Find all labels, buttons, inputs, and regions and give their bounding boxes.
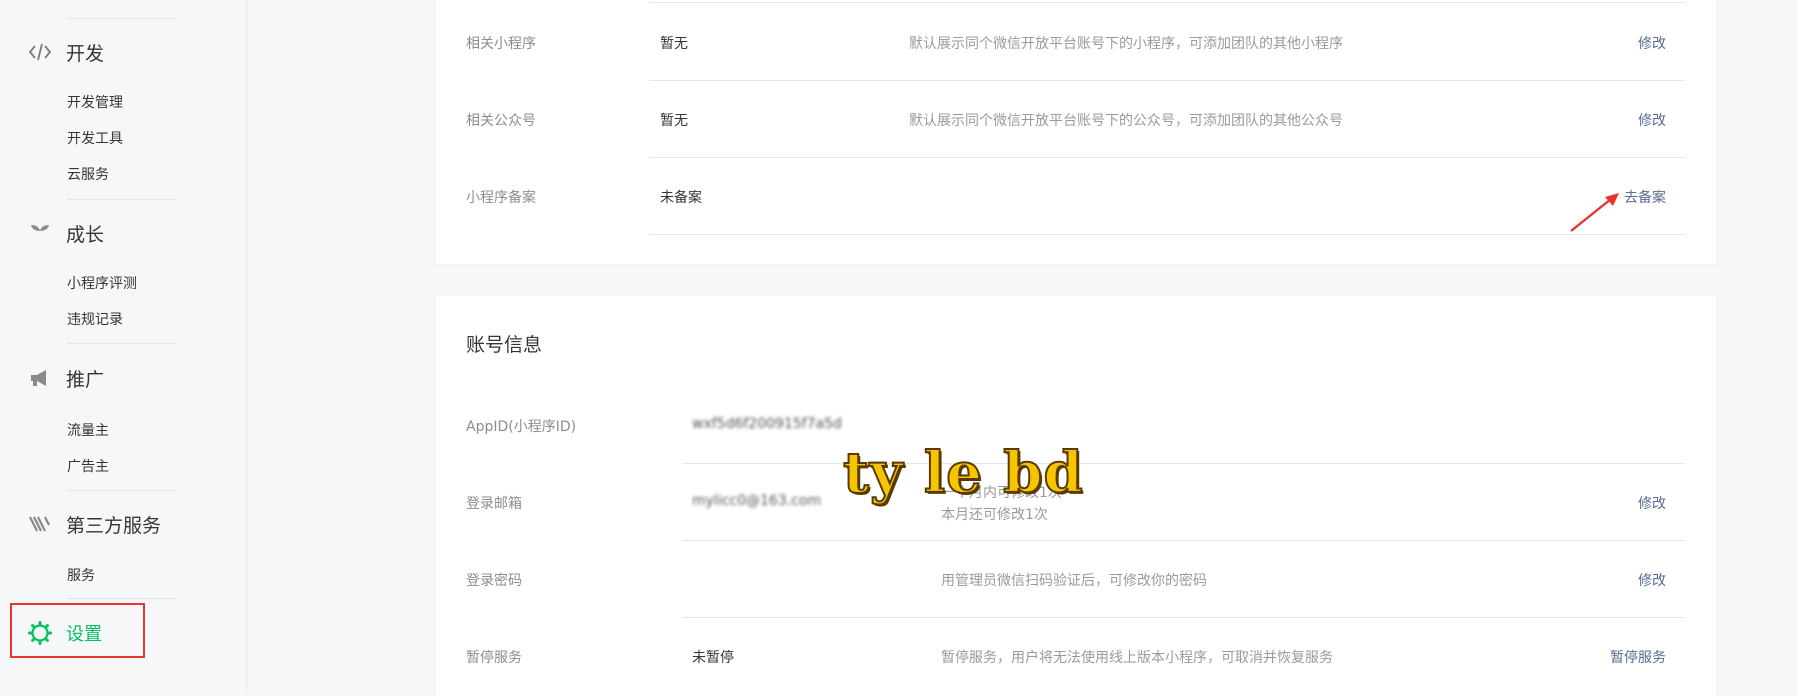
sidebar-divider [67, 18, 177, 19]
sidebar-divider [67, 343, 177, 344]
third-party-logo-icon [28, 512, 52, 536]
sidebar-item-dev-tools[interactable]: 开发工具 [67, 128, 123, 148]
edit-password-link[interactable]: 修改 [1638, 570, 1666, 590]
appid-value: wxf5d6f200915f7a5d [692, 416, 842, 432]
edit-related-miniprogram-link[interactable]: 修改 [1638, 33, 1666, 53]
sidebar: 开发 开发管理 开发工具 云服务 成长 小程序评测 违规记录 推广 流量主 广告… [0, 0, 247, 692]
appid-label: AppID(小程序ID) [466, 419, 577, 435]
suspend-service-desc: 暂停服务，用户将无法使用线上版本小程序，可取消并恢复服务 [941, 650, 1333, 666]
code-icon [28, 40, 52, 64]
related-miniprogram-label: 相关小程序 [466, 36, 536, 52]
related-official-account-label: 相关公众号 [466, 113, 536, 129]
row-divider [682, 540, 1685, 541]
login-password-desc: 用管理员微信扫码验证后，可修改你的密码 [941, 573, 1207, 589]
sidebar-group-promote[interactable]: 推广 [28, 363, 104, 393]
account-info-title: 账号信息 [466, 334, 543, 356]
gear-icon [28, 621, 52, 645]
annotation-arrow-icon [1570, 193, 1619, 232]
email-modify-remaining: 本月还可修改1次 [941, 507, 1048, 523]
sidebar-divider [67, 199, 177, 200]
sidebar-item-traffic-owner[interactable]: 流量主 [67, 420, 109, 440]
row-divider [682, 617, 1685, 618]
sidebar-item-cloud-service[interactable]: 云服务 [67, 164, 109, 184]
sidebar-divider [67, 490, 177, 491]
sidebar-item-advertiser[interactable]: 广告主 [67, 456, 109, 476]
sidebar-group-label: 成长 [66, 223, 105, 246]
login-password-label: 登录密码 [466, 573, 522, 589]
row-divider [649, 2, 1685, 3]
sidebar-group-third-party[interactable]: 第三方服务 [28, 509, 161, 539]
login-email-value: mylicc0@163.com [692, 493, 822, 509]
suspend-service-link[interactable]: 暂停服务 [1610, 647, 1666, 667]
sidebar-group-label: 推广 [66, 368, 105, 391]
sidebar-item-violations[interactable]: 违规记录 [67, 309, 123, 329]
megaphone-icon [28, 366, 52, 390]
sidebar-group-label: 第三方服务 [66, 514, 162, 537]
related-official-account-desc: 默认展示同个微信开放平台账号下的公众号，可添加团队的其他公众号 [909, 113, 1343, 129]
login-email-label: 登录邮箱 [466, 496, 522, 512]
suspend-service-label: 暂停服务 [466, 650, 522, 666]
related-miniprogram-desc: 默认展示同个微信开放平台账号下的小程序，可添加团队的其他小程序 [909, 36, 1343, 52]
sidebar-item-service[interactable]: 服务 [67, 565, 95, 585]
go-filing-link[interactable]: 去备案 [1624, 187, 1666, 207]
sidebar-group-growth[interactable]: 成长 [28, 218, 104, 248]
filing-status-value: 未备案 [660, 190, 702, 206]
related-miniprogram-value: 暂无 [660, 36, 688, 52]
sidebar-item-label: 设置 [66, 624, 102, 645]
edit-email-link[interactable]: 修改 [1638, 493, 1666, 513]
filing-label: 小程序备案 [466, 190, 536, 206]
sidebar-group-label: 开发 [66, 42, 105, 65]
sidebar-divider [67, 598, 177, 599]
row-divider [682, 463, 1685, 464]
sidebar-item-evaluation[interactable]: 小程序评测 [67, 273, 137, 293]
row-divider [649, 80, 1685, 81]
related-official-account-value: 暂无 [660, 113, 688, 129]
edit-related-official-account-link[interactable]: 修改 [1638, 110, 1666, 130]
sprout-icon [28, 221, 52, 245]
suspend-status-value: 未暂停 [692, 650, 734, 666]
sidebar-group-develop[interactable]: 开发 [28, 37, 104, 67]
sidebar-item-settings[interactable]: 设置 [28, 618, 102, 648]
watermark-text: ty le bd [842, 439, 1084, 507]
sidebar-item-dev-manage[interactable]: 开发管理 [67, 92, 123, 112]
row-divider [649, 234, 1685, 235]
row-divider [649, 157, 1685, 158]
related-info-card: 相关小程序 暂无 默认展示同个微信开放平台账号下的小程序，可添加团队的其他小程序… [436, 0, 1716, 264]
